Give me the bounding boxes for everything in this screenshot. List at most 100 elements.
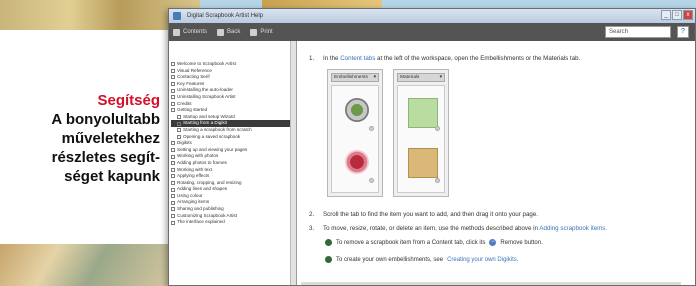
materials-panel: Materials ▾ [393, 69, 449, 197]
toc-item[interactable]: Welcome to Scrapbook Artist [171, 61, 296, 68]
toc-item-label: Setting up and viewing your pages [177, 146, 248, 152]
toc-item[interactable]: Applying effects [171, 173, 296, 180]
close-button[interactable]: x [683, 10, 693, 20]
materials-title: Materials [400, 75, 420, 80]
book-icon [171, 207, 175, 212]
book-icon [171, 88, 175, 93]
toc-item[interactable]: Uninstalling the auto-loader [171, 87, 296, 94]
help-toolbar: Contents Back Print Search ? [169, 23, 695, 41]
toc-item[interactable]: Customizing Scrapbook Artist [171, 213, 296, 220]
toc-item-label: Uninstalling the auto-loader [177, 87, 233, 93]
toc-item[interactable]: Adding photos to frames [171, 160, 296, 167]
remove-icon [435, 178, 440, 183]
toc-item[interactable]: Credits [171, 101, 296, 108]
remove-icon [435, 126, 440, 131]
toc-item[interactable]: Visual Reference [171, 68, 296, 75]
content-tabs-link[interactable]: Content tabs [340, 55, 375, 62]
toc-item-label: Welcome to Scrapbook Artist [177, 61, 236, 66]
book-icon [171, 148, 175, 153]
magazine-photo-bottom [0, 242, 175, 286]
caption-body: A bonyolultabb műveletekhez részletes se… [51, 111, 160, 185]
step-number: 1. [309, 55, 315, 62]
create-digikits-link[interactable]: Creating your own Digikits. [447, 257, 518, 263]
window-titlebar[interactable]: Digital Scrapbook Artist Help _ □ x [169, 9, 695, 23]
toc-item[interactable]: Setting up and viewing your pages [171, 147, 296, 154]
book-icon [171, 101, 175, 106]
toc-item-label: The interface explained [177, 219, 225, 225]
minimize-button[interactable]: _ [661, 10, 671, 20]
step-text: To move, resize, rotate, or delete an it… [323, 225, 607, 233]
toc-item-label: Credits [177, 100, 192, 106]
help-question-icon[interactable]: ? [677, 26, 689, 38]
toc-item-label: Contacting Serif [177, 74, 210, 80]
embellishments-title: Embellishments [334, 75, 368, 80]
maximize-button[interactable]: □ [672, 10, 682, 20]
toc-item[interactable]: Sharing and publishing [171, 206, 296, 213]
search-input[interactable]: Search [605, 26, 671, 38]
back-button[interactable]: Back [217, 28, 241, 36]
panel-menu-icon: ▾ [373, 75, 376, 80]
book-icon [171, 154, 175, 159]
book-icon [171, 75, 175, 80]
toc-item[interactable]: Adding lines and shapes [171, 186, 296, 193]
toc-item[interactable]: Arranging items [171, 199, 296, 206]
toc-item[interactable]: Contacting Serif [171, 74, 296, 81]
toc-item-label: Arranging items [177, 199, 210, 205]
toc-item[interactable]: Key Features [171, 81, 296, 88]
book-icon [177, 134, 181, 139]
contents-button[interactable]: Contents [173, 28, 207, 36]
panel-menu-icon: ▾ [439, 75, 442, 80]
book-icon [171, 167, 175, 172]
book-icon [171, 82, 175, 87]
toc-item[interactable]: Using colour [171, 193, 296, 200]
toc-item-label: Using colour [177, 192, 203, 198]
step-1-post: at the left of the workspace, open the E… [377, 55, 581, 62]
book-icon [171, 62, 175, 67]
toc-item[interactable]: Uninstalling Scrapbook Artist [171, 94, 296, 101]
contents-icon [173, 28, 180, 36]
toc-item[interactable]: Startup and setup Wizard [171, 114, 296, 121]
note-icon [325, 256, 332, 263]
book-icon [171, 68, 175, 73]
step-number: 3. [309, 225, 315, 232]
toc-item[interactable]: Rotating, cropping, and resizing [171, 180, 296, 187]
toc-item[interactable]: Starting from a Digikit [171, 120, 296, 127]
toc-item-label: Sharing and publishing [177, 206, 224, 212]
note-1-text: To remove a scrapbook item from a Conten… [336, 239, 486, 246]
toc-scrollbar[interactable] [290, 41, 296, 285]
embellishment-thumbnail [345, 150, 369, 174]
toc-item[interactable]: The interface explained [171, 219, 296, 226]
remove-button-icon: − [489, 239, 497, 246]
print-button[interactable]: Print [250, 28, 273, 36]
book-icon [171, 161, 175, 166]
toc-item[interactable]: Working with text [171, 167, 296, 174]
step-3-text: To move, resize, rotate, or delete an it… [323, 225, 538, 232]
book-icon [171, 95, 175, 100]
book-icon [171, 194, 175, 199]
book-icon [171, 220, 175, 225]
adding-items-link[interactable]: Adding scrapbook items. [539, 225, 607, 232]
step-text: Scroll the tab to find the item you want… [323, 211, 538, 218]
toc-item-label: Startup and setup Wizard [183, 113, 235, 119]
back-icon [217, 28, 225, 36]
material-thumbnail [408, 98, 438, 128]
tab-illustrations: Embellishments ▾ Materials ▾ [327, 69, 683, 197]
toc-item-label: Working with text [177, 166, 212, 172]
panel-body [397, 85, 445, 193]
toc-item[interactable]: Getting started [171, 107, 296, 114]
step-text: In the Content tabs at the left of the w… [323, 55, 580, 63]
book-icon [177, 128, 181, 133]
note-create: To create your own embellishments, see C… [325, 256, 683, 263]
toc-item-label: Digikits [177, 140, 192, 146]
toc-item[interactable]: Starting a scrapbook from scratch [171, 127, 296, 134]
toc-item-label: Starting a scrapbook from scratch [183, 126, 252, 132]
toc-item[interactable]: Digikits [171, 140, 296, 147]
toc-item[interactable]: Working with photos [171, 153, 296, 160]
help-window: Digital Scrapbook Artist Help _ □ x Cont… [168, 8, 696, 286]
note-2-pre: To create your own embellishments, see [336, 256, 444, 263]
toc-item-label: Opening a saved scrapbook [183, 133, 241, 139]
book-icon [171, 174, 175, 179]
toc-item-label: Customizing Scrapbook Artist [177, 212, 237, 218]
back-label: Back [227, 29, 241, 35]
toc-item[interactable]: Opening a saved scrapbook [171, 134, 296, 141]
